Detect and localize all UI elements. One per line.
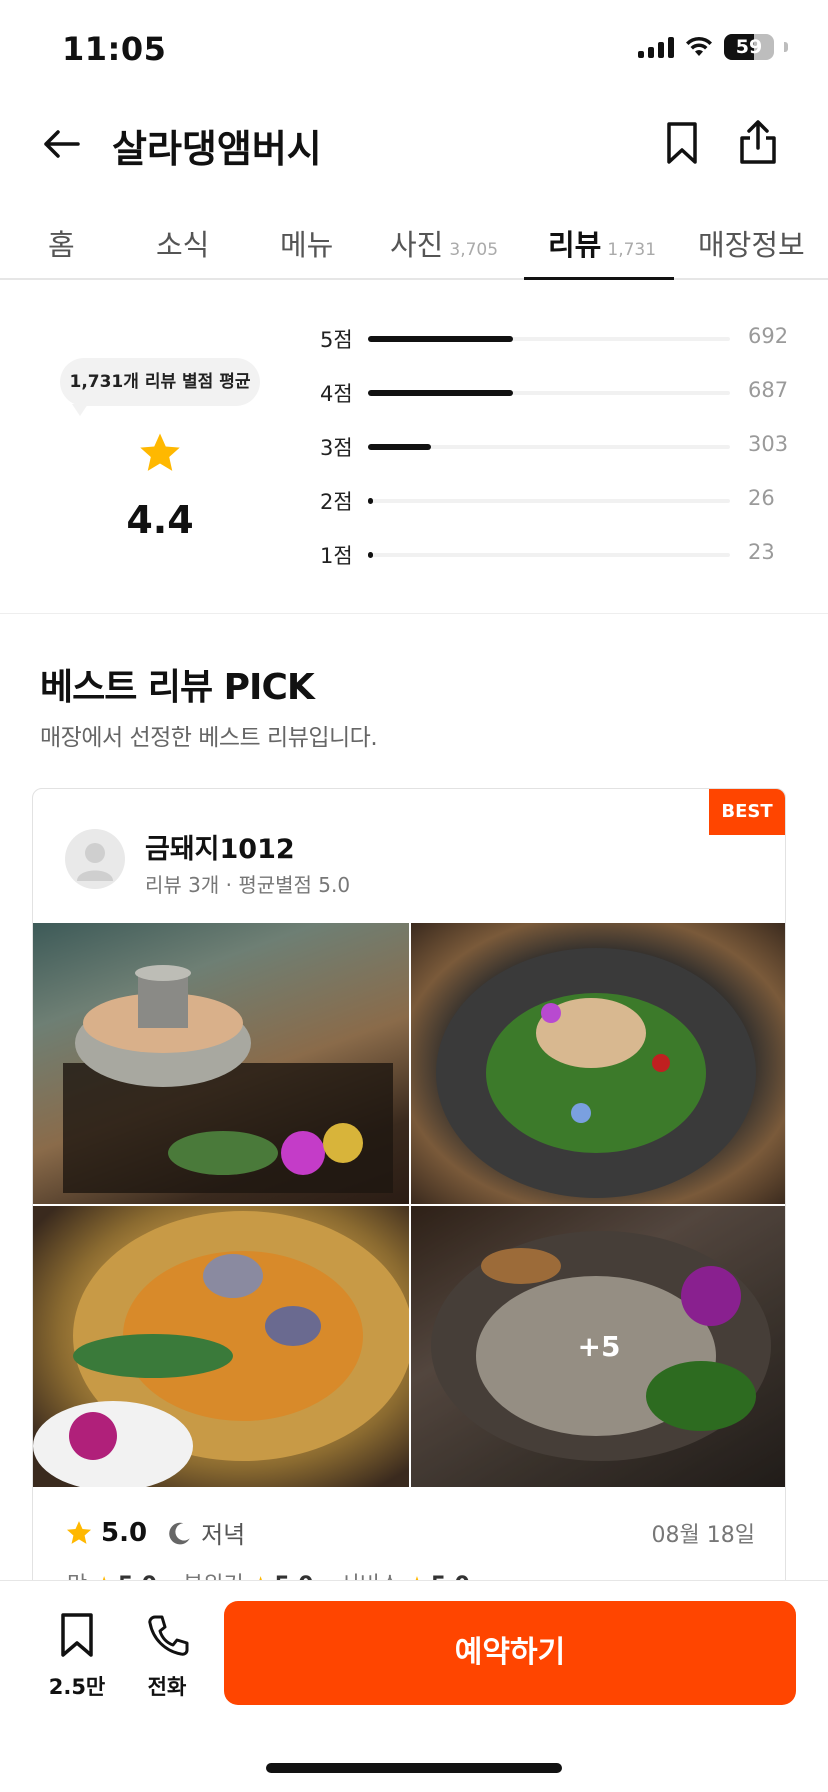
tab-photos[interactable]: 사진 3,705 [390,222,498,280]
rating-track [368,444,730,450]
photo-curry [33,1211,409,1487]
rating-row-5: 5점 692 [320,324,790,378]
rating-track [368,336,730,342]
rating-row-4: 4점 687 [320,378,790,432]
rating-label: 1점 [320,544,353,568]
rating-label: 3점 [320,436,353,460]
best-review-subtitle: 매장에서 선정한 베스트 리뷰입니다. [40,725,378,751]
tab-reviews[interactable]: 리뷰 1,731 [548,222,656,280]
rating-summary: 1,731개 리뷰 별점 평균 4.4 5점 692 4점 687 3점 303… [0,282,828,614]
share-icon[interactable] [736,118,780,166]
bottom-action-bar: 2.5만 전화 예약하기 [0,1580,828,1792]
call-label: 전화 [147,1675,187,1699]
app-header: 살라댕앰버시 [0,100,828,186]
tab-label: 메뉴 [280,228,334,262]
photo-hotpot [63,965,393,1193]
wifi-icon [686,36,712,56]
signal-icon [638,36,674,58]
back-arrow-icon[interactable] [40,122,84,166]
status-time: 11:05 [62,30,167,68]
active-tab-indicator [524,277,674,280]
phone-icon [148,1615,189,1656]
rating-count: 23 [748,540,775,564]
rating-count: 26 [748,486,775,510]
star-icon [66,1520,92,1544]
best-review-title: 베스트 리뷰 PICK [40,667,315,708]
rating-row-1: 1점 23 [320,540,790,594]
review-score: 5.0 [101,1517,148,1548]
user-placeholder-icon [77,843,113,881]
rating-bar [368,498,374,504]
review-photo[interactable] [411,923,785,1204]
tab-label: 매장정보 [698,228,805,262]
rating-count: 692 [748,324,789,348]
rating-label: 5점 [320,328,353,352]
status-icons: 59 [638,34,788,60]
tab-home[interactable]: 홈 [48,222,75,280]
review-date: 08월 18일 [651,1523,755,1548]
rating-count: 303 [748,432,789,456]
tab-count: 1,731 [607,240,657,260]
rating-track [368,390,730,396]
page-title: 살라댕앰버시 [112,127,322,171]
rating-count: 687 [748,378,789,402]
tab-label: 사진 [390,228,444,262]
review-photos: +5 [33,923,785,1487]
rating-distribution: 5점 692 4점 687 3점 303 2점 26 1점 23 [320,324,790,594]
more-photos-count: +5 [411,1206,785,1487]
home-indicator [266,1763,562,1773]
reviewer-name[interactable]: 금돼지1012 [145,827,295,866]
bookmark-icon[interactable] [660,120,704,166]
photo-salad [436,948,756,1198]
rating-label: 2점 [320,490,353,514]
status-bar: 11:05 59 [0,0,828,100]
best-badge: BEST [709,789,785,835]
review-photo[interactable]: +5 [411,1206,785,1487]
reserve-button[interactable]: 예약하기 [224,1601,796,1705]
bookmark-icon [61,1613,93,1657]
save-button[interactable]: 2.5만 [42,1611,112,1701]
review-photo[interactable] [33,1206,409,1487]
tab-bar: 홈 소식 메뉴 사진 3,705 리뷰 1,731 매장정보 [0,210,828,280]
tab-menu[interactable]: 메뉴 [280,222,333,280]
rating-bar [368,444,432,450]
tab-label: 소식 [156,228,210,262]
review-photo[interactable] [33,923,409,1204]
rating-row-2: 2점 26 [320,486,790,540]
star-icon [140,433,180,471]
tab-store-info[interactable]: 매장정보 [698,222,805,280]
meal-time: 저녁 [201,1521,246,1549]
moon-icon [169,1522,190,1544]
tab-count: 3,705 [449,240,499,260]
review-card[interactable]: BEST 금돼지1012 리뷰 3개 · 평균별점 5.0 +5 5.0 저녁 … [32,788,786,1688]
rating-row-3: 3점 303 [320,432,790,486]
average-rating: 4.4 [126,498,194,542]
review-rating-line: 5.0 저녁 [65,1515,245,1550]
save-count: 2.5만 [48,1675,106,1699]
tab-news[interactable]: 소식 [156,222,209,280]
rating-label: 4점 [320,382,353,406]
rating-bar [368,552,373,558]
rating-bar [368,336,513,342]
call-button[interactable]: 전화 [132,1611,202,1701]
battery-tip [784,42,788,52]
rating-track [368,552,730,558]
reviewer-meta: 리뷰 3개 · 평균별점 5.0 [145,873,351,897]
battery-icon: 59 [724,34,774,60]
rating-track [368,498,730,504]
average-caption: 1,731개 리뷰 별점 평균 [60,358,260,416]
tab-label: 리뷰 [548,228,602,262]
battery-percent: 59 [735,36,763,58]
avatar[interactable] [65,829,125,889]
rating-bar [368,390,513,396]
tab-label: 홈 [48,228,75,262]
